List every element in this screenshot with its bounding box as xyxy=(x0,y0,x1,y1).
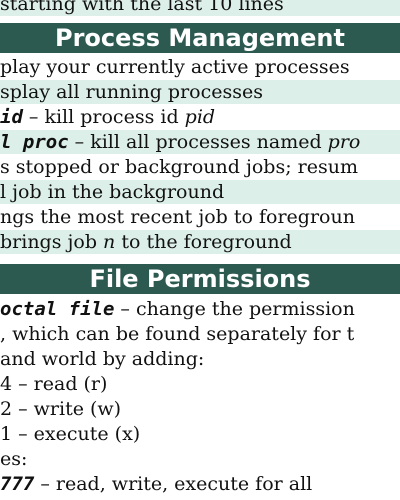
permissions-line-2: , which can be found separately for t xyxy=(0,323,355,345)
command-text: id xyxy=(0,106,23,128)
permissions-line-1: octal file – change the permission xyxy=(0,298,355,320)
process-line-6: l job in the background xyxy=(0,180,400,204)
permissions-line-7: es: xyxy=(0,448,28,470)
permissions-line-8: 777 – read, write, execute for all xyxy=(0,473,313,495)
permissions-line-3: and world by adding: xyxy=(0,348,205,370)
cheat-sheet-page: starting with the last 10 lines Process … xyxy=(0,0,400,500)
process-line-8: brings job n to the foreground xyxy=(0,230,400,254)
process-line-7: ngs the most recent job to foregroun xyxy=(0,206,355,228)
process-line-3: id – kill process id pid xyxy=(0,106,216,128)
command-text: octal file xyxy=(0,298,115,320)
permissions-line-6: 1 – execute (x) xyxy=(0,423,141,445)
permissions-line-4: 4 – read (r) xyxy=(0,373,108,395)
permissions-line-5: 2 – write (w) xyxy=(0,398,122,420)
process-line-1: play your currently active processes xyxy=(0,56,350,78)
previous-section-fragment: starting with the last 10 lines xyxy=(0,0,400,16)
file-permissions-header: File Permissions xyxy=(0,264,400,294)
process-line-5: s stopped or background jobs; resum xyxy=(0,156,358,178)
process-line-2: splay all running processes xyxy=(0,80,400,104)
command-text: l proc xyxy=(0,131,69,153)
process-management-header: Process Management xyxy=(0,23,400,53)
command-text: 777 xyxy=(0,473,35,495)
process-line-4: l proc – kill all processes named pro xyxy=(0,130,400,154)
